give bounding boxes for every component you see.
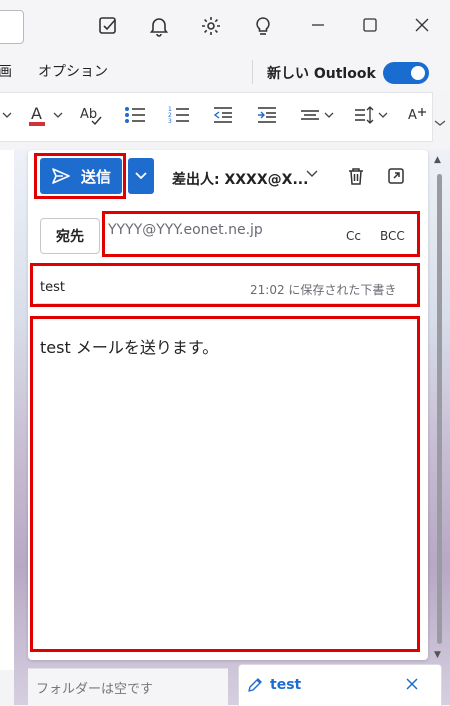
spell-check-icon[interactable]: Ab — [78, 100, 106, 130]
lightbulb-icon[interactable] — [252, 15, 274, 37]
search-box[interactable] — [0, 10, 24, 44]
gear-icon[interactable] — [200, 15, 222, 37]
new-outlook-label: 新しい Outlook — [267, 66, 376, 82]
pencil-icon — [246, 676, 264, 694]
chevron-down-icon — [135, 172, 147, 180]
toggle-knob — [411, 66, 425, 80]
popout-icon[interactable] — [385, 165, 407, 187]
highlight-send — [34, 153, 126, 199]
font-color-button[interactable]: A — [26, 100, 66, 130]
bell-icon[interactable] — [148, 15, 170, 37]
close-icon[interactable] — [404, 676, 420, 692]
scrollbar-thumb[interactable] — [437, 174, 442, 644]
chevron-down-icon[interactable] — [0, 100, 14, 130]
from-selector[interactable]: 差出人: XXXX@X... — [172, 169, 308, 189]
svg-text:A: A — [31, 104, 42, 123]
increase-indent-icon[interactable] — [254, 100, 280, 130]
from-chevron-icon[interactable] — [306, 168, 318, 178]
scroll-up-icon[interactable]: ▲ — [434, 155, 441, 165]
highlight-subject — [30, 263, 420, 307]
numbered-list-icon[interactable]: 123 — [166, 100, 192, 130]
menu-item-partial[interactable]: 画 — [0, 61, 12, 81]
align-button[interactable] — [298, 100, 338, 130]
send-options-button[interactable] — [128, 158, 154, 194]
menu-item-options[interactable]: オプション — [38, 61, 108, 81]
folder-empty-text: フォルダーは空です — [36, 682, 154, 697]
minimize-icon[interactable] — [308, 15, 328, 35]
bullet-list-icon[interactable] — [122, 100, 148, 130]
draft-tab-label[interactable]: test — [270, 677, 301, 693]
svg-text:Ab: Ab — [80, 107, 97, 122]
text-style-icon[interactable]: A — [404, 100, 430, 130]
menu-divider — [252, 60, 253, 84]
scroll-down-icon[interactable]: ▼ — [434, 650, 441, 660]
my-day-icon[interactable] — [97, 15, 119, 37]
decrease-indent-icon[interactable] — [210, 100, 236, 130]
maximize-icon[interactable] — [360, 15, 380, 35]
svg-text:A: A — [408, 108, 417, 123]
title-bar — [0, 0, 450, 52]
highlight-recipient — [102, 211, 420, 257]
to-button[interactable]: 宛先 — [40, 218, 100, 254]
line-spacing-button[interactable] — [352, 100, 392, 130]
left-pane-edge — [0, 150, 15, 670]
highlight-body — [30, 316, 420, 652]
close-window-icon[interactable] — [412, 15, 432, 35]
svg-text:3: 3 — [168, 118, 172, 125]
new-outlook-toggle[interactable] — [383, 62, 429, 84]
ribbon-expand-chevron-icon[interactable] — [432, 112, 448, 134]
trash-icon[interactable] — [345, 165, 367, 187]
